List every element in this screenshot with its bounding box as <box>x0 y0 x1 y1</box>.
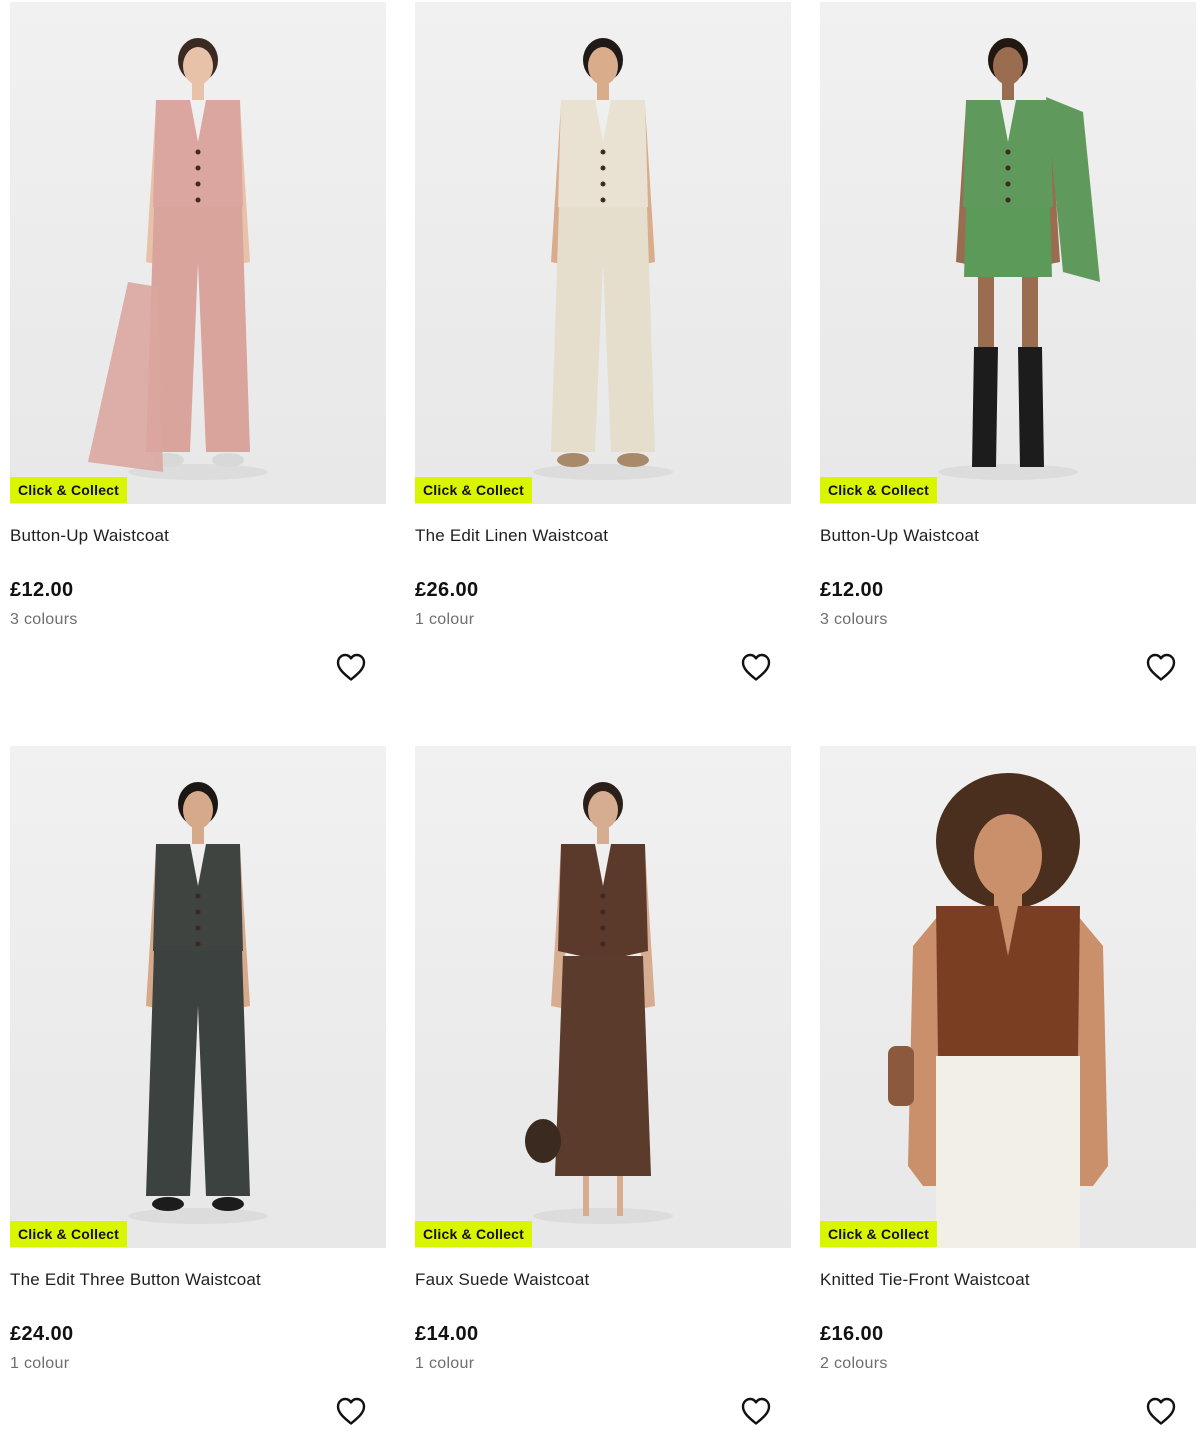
colour-count: 1 colour <box>415 1355 475 1372</box>
wishlist-heart-icon[interactable] <box>740 652 772 682</box>
product-price: £12.00 <box>820 579 884 601</box>
product-image[interactable]: Click & Collect <box>820 2 1196 504</box>
product-card[interactable]: Click & Collect The Edit Three Button Wa… <box>10 746 386 1446</box>
product-image[interactable]: Click & Collect <box>415 746 791 1248</box>
product-card[interactable]: Click & Collect The Edit Linen Waistcoat… <box>415 2 791 702</box>
product-name[interactable]: Button-Up Waistcoat <box>820 526 979 546</box>
product-grid: Click & Collect Button-Up Waistcoat £12.… <box>0 0 1200 1429</box>
wishlist-heart-icon[interactable] <box>740 1396 772 1426</box>
model-photo <box>533 38 673 480</box>
model-photo <box>888 773 1108 1248</box>
wishlist-heart-icon[interactable] <box>335 652 367 682</box>
click-collect-badge: Click & Collect <box>820 477 938 503</box>
model-photo <box>128 782 268 1224</box>
colour-count: 2 colours <box>820 1355 888 1372</box>
product-name[interactable]: Faux Suede Waistcoat <box>415 1270 589 1290</box>
product-image[interactable]: Click & Collect <box>10 2 386 504</box>
product-price: £16.00 <box>820 1323 884 1345</box>
product-card[interactable]: Click & Collect Faux Suede Waistcoat £14… <box>415 746 791 1446</box>
product-card[interactable]: Click & Collect Button-Up Waistcoat £12.… <box>820 2 1196 702</box>
product-name[interactable]: The Edit Three Button Waistcoat <box>10 1270 261 1290</box>
product-name[interactable]: The Edit Linen Waistcoat <box>415 526 608 546</box>
product-card[interactable]: Click & Collect Button-Up Waistcoat £12.… <box>10 2 386 702</box>
click-collect-badge: Click & Collect <box>820 1221 938 1247</box>
colour-count: 3 colours <box>820 611 888 628</box>
colour-count: 3 colours <box>10 611 78 628</box>
product-price: £12.00 <box>10 579 74 601</box>
wishlist-heart-icon[interactable] <box>1145 652 1177 682</box>
product-price: £14.00 <box>415 1323 479 1345</box>
wishlist-heart-icon[interactable] <box>1145 1396 1177 1426</box>
model-photo <box>938 38 1100 480</box>
click-collect-badge: Click & Collect <box>10 477 128 503</box>
product-name[interactable]: Knitted Tie-Front Waistcoat <box>820 1270 1030 1290</box>
product-card[interactable]: Click & Collect Knitted Tie-Front Waistc… <box>820 746 1196 1446</box>
product-price: £24.00 <box>10 1323 74 1345</box>
product-price: £26.00 <box>415 579 479 601</box>
product-image[interactable]: Click & Collect <box>415 2 791 504</box>
click-collect-badge: Click & Collect <box>10 1221 128 1247</box>
colour-count: 1 colour <box>415 611 475 628</box>
product-image[interactable]: Click & Collect <box>10 746 386 1248</box>
model-photo <box>88 38 268 480</box>
wishlist-heart-icon[interactable] <box>335 1396 367 1426</box>
product-image[interactable]: Click & Collect <box>820 746 1196 1248</box>
product-name[interactable]: Button-Up Waistcoat <box>10 526 169 546</box>
click-collect-badge: Click & Collect <box>415 477 533 503</box>
colour-count: 1 colour <box>10 1355 70 1372</box>
click-collect-badge: Click & Collect <box>415 1221 533 1247</box>
model-photo <box>525 782 673 1224</box>
